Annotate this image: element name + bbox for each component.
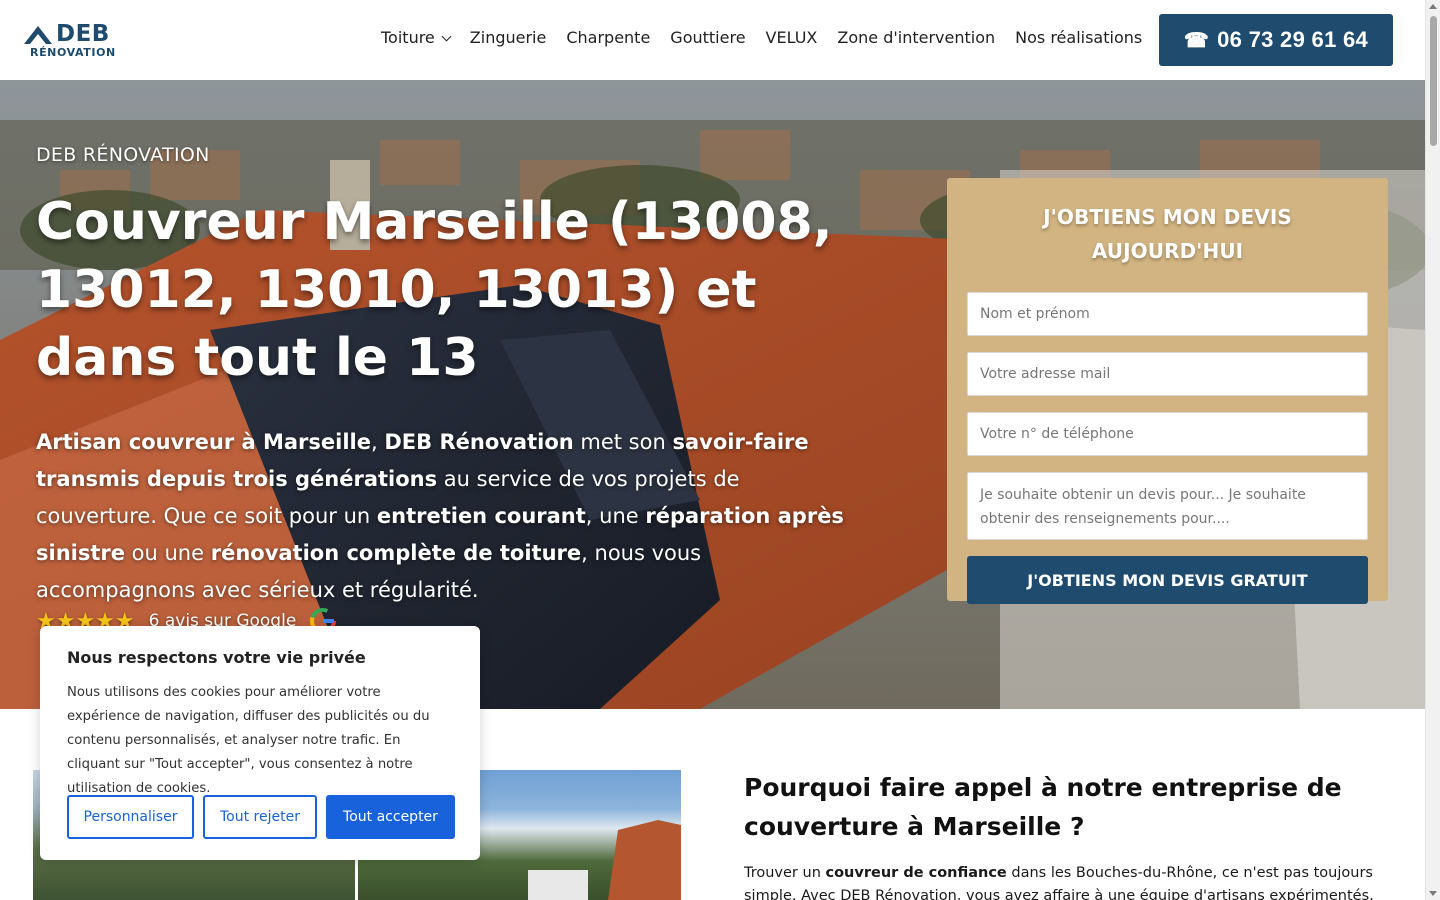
nav-item-zone[interactable]: Zone d'intervention <box>837 28 995 47</box>
nav-label: Gouttiere <box>670 28 746 47</box>
hero-description: Artisan couvreur à Marseille, DEB Rénova… <box>36 424 866 609</box>
phone-field[interactable] <box>967 412 1368 456</box>
nav-label: Nos réalisations <box>1015 28 1143 47</box>
section-text-part: Trouver un <box>744 865 826 881</box>
main-nav: Toiture Zinguerie Charpente Gouttiere VE… <box>381 28 1142 47</box>
logo[interactable]: DEB RÉNOVATION <box>22 20 122 62</box>
page-scrollbar[interactable] <box>1425 0 1440 900</box>
section-text-bold: couvreur de confiance <box>825 865 1007 881</box>
scroll-down-icon[interactable] <box>1429 891 1437 896</box>
hero-text-part: met son <box>573 430 673 454</box>
phone-icon: ☎ <box>1183 29 1210 52</box>
hero-text-part: , une <box>585 504 646 528</box>
nav-item-charpente[interactable]: Charpente <box>566 28 650 47</box>
section-title: Pourquoi faire appel à notre entreprise … <box>744 773 1342 841</box>
hero-text-bold: rénovation complète de toiture <box>210 541 582 565</box>
nav-label: VELUX <box>765 28 818 47</box>
cookie-text: Nous utilisons des cookies pour améliore… <box>67 685 430 796</box>
section-text: Trouver un couvreur de confiance dans le… <box>744 862 1404 900</box>
hero-title: Couvreur Marseille (13008, 13012, 13010,… <box>36 192 833 388</box>
nav-item-realisations[interactable]: Nos réalisations <box>1015 28 1142 47</box>
customize-button[interactable]: Personnaliser <box>67 795 194 839</box>
hero-section: DEB RÉNOVATION Couvreur Marseille (13008… <box>0 80 1425 709</box>
roof-logo-icon <box>24 26 52 44</box>
email-field[interactable] <box>967 352 1368 396</box>
form-title: J'OBTIENS MON DEVIS AUJOURD'HUI <box>1043 205 1292 263</box>
nav-item-toiture[interactable]: Toiture <box>381 28 452 47</box>
site-header: DEB RÉNOVATION Toiture Zinguerie Charpen… <box>0 0 1425 80</box>
phone-number: 06 73 29 61 64 <box>1217 27 1369 52</box>
cookie-title: Nous respectons votre vie privée <box>67 648 366 667</box>
chevron-down-icon <box>441 31 452 41</box>
hero-text-part: , <box>371 430 385 454</box>
hero-text-bold: Artisan couvreur à Marseille <box>36 430 371 454</box>
name-field[interactable] <box>967 292 1368 336</box>
reject-all-button[interactable]: Tout rejeter <box>203 795 317 839</box>
nav-label: Zone d'intervention <box>837 28 996 47</box>
submit-quote-button[interactable]: J'OBTIENS MON DEVIS GRATUIT <box>967 556 1368 604</box>
nav-item-zinguerie[interactable]: Zinguerie <box>470 28 547 47</box>
cookie-actions: Personnaliser Tout rejeter Tout accepter <box>67 795 455 839</box>
quote-form: J'OBTIENS MON DEVIS AUJOURD'HUI J'OBTIEN… <box>947 178 1388 604</box>
logo-sub: RÉNOVATION <box>30 46 116 59</box>
scroll-thumb[interactable] <box>1430 16 1437 146</box>
logo-main: DEB <box>56 21 110 47</box>
message-field[interactable] <box>967 472 1368 540</box>
nav-label: Charpente <box>566 28 651 47</box>
nav-label: Zinguerie <box>469 28 547 47</box>
hero-kicker: DEB RÉNOVATION <box>36 144 210 166</box>
hero-text-bold: DEB Rénovation <box>384 430 574 454</box>
hero-text-part: ou une <box>124 541 211 565</box>
cookie-banner: Nous respectons votre vie privée Nous ut… <box>40 626 480 860</box>
hero-text-bold: entretien courant <box>376 504 586 528</box>
nav-label: Toiture <box>381 28 435 47</box>
nav-item-velux[interactable]: VELUX <box>766 28 818 47</box>
phone-button[interactable]: ☎ 06 73 29 61 64 <box>1159 14 1393 66</box>
accept-all-button[interactable]: Tout accepter <box>326 795 455 839</box>
nav-item-gouttiere[interactable]: Gouttiere <box>670 28 745 47</box>
scroll-up-icon[interactable] <box>1429 4 1437 9</box>
